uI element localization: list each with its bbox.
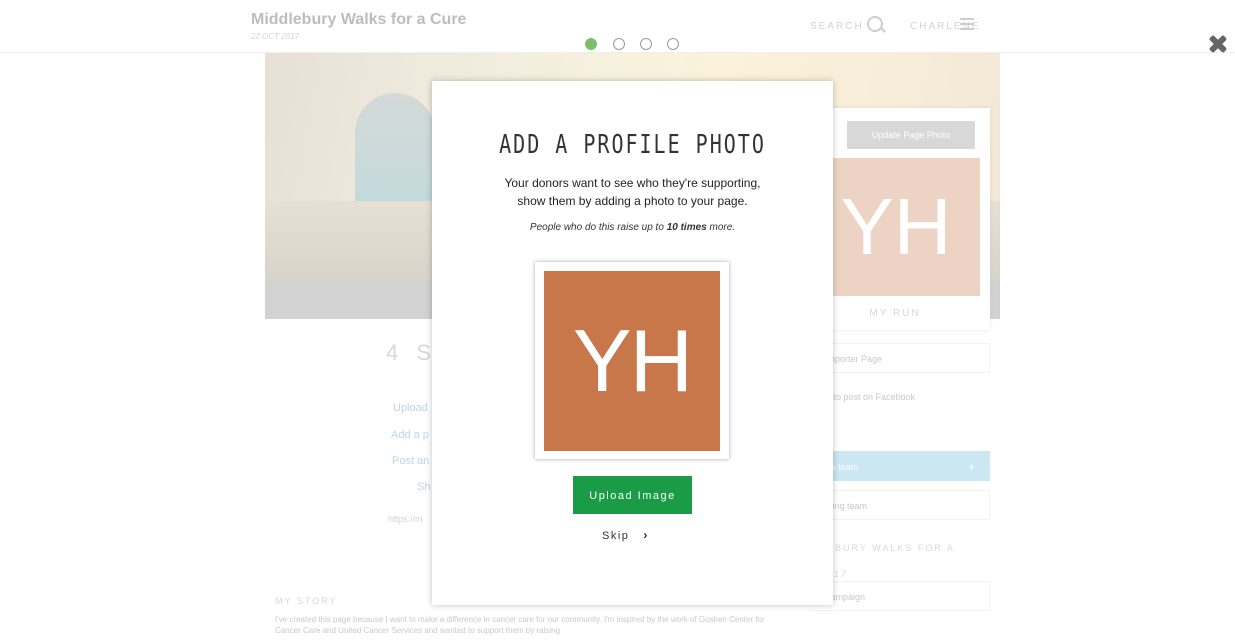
- story-heading: MY STORY: [275, 596, 338, 606]
- search-label[interactable]: SEARCH: [810, 21, 864, 32]
- step-dot-4: [667, 38, 679, 50]
- step-link-post[interactable]: Post an: [392, 455, 429, 467]
- facebook-post-option[interactable]: ber to post on Facebook: [810, 382, 990, 412]
- upload-image-button[interactable]: Upload Image: [573, 476, 692, 514]
- step-link-add[interactable]: Add a p: [391, 429, 429, 441]
- add-photo-modal: ADD A PROFILE PHOTO Your donors want to …: [432, 81, 833, 605]
- page-url: https://m: [388, 514, 423, 524]
- site-title[interactable]: Middlebury Walks for a Cure: [251, 11, 466, 29]
- menu-icon[interactable]: [960, 18, 974, 30]
- step-link-upload[interactable]: Upload: [393, 402, 428, 414]
- search-icon[interactable]: [867, 16, 883, 32]
- steps-heading: 4 S: [386, 340, 438, 365]
- campaign-button[interactable]: s campaign: [810, 581, 990, 611]
- existing-team-button[interactable]: xisting team: [810, 490, 990, 520]
- chevron-right-icon: ›: [643, 528, 649, 542]
- skip-label: Skip: [602, 530, 630, 542]
- step-dot-2: [613, 38, 625, 50]
- step-dot-3: [640, 38, 652, 50]
- close-icon[interactable]: [1206, 32, 1230, 56]
- modal-description: Your donors want to see who they're supp…: [504, 176, 761, 208]
- note-emphasis: 10 times: [666, 222, 707, 233]
- skip-button[interactable]: Skip ›: [602, 528, 649, 542]
- profile-photo-frame: YH: [535, 262, 729, 459]
- event-label: LEBURY WALKS FOR A: [820, 543, 955, 553]
- modal-note: People who do this raise up to 10 times …: [529, 222, 736, 233]
- profile-photo-placeholder: YH: [544, 271, 720, 451]
- event-date: 22 OCT 2017: [251, 32, 300, 41]
- step-dot-1: [585, 38, 597, 50]
- update-page-photo-button[interactable]: Update Page Photo: [847, 121, 975, 149]
- new-team-button[interactable]: new team: [810, 451, 990, 482]
- profile-avatar: YH: [812, 158, 980, 296]
- story-text: I've created this page because I want to…: [275, 615, 765, 635]
- supporter-page-button[interactable]: Supporter Page: [810, 343, 990, 373]
- step-link-share[interactable]: Sh: [417, 481, 430, 493]
- modal-title: ADD A PROFILE PHOTO: [499, 128, 766, 160]
